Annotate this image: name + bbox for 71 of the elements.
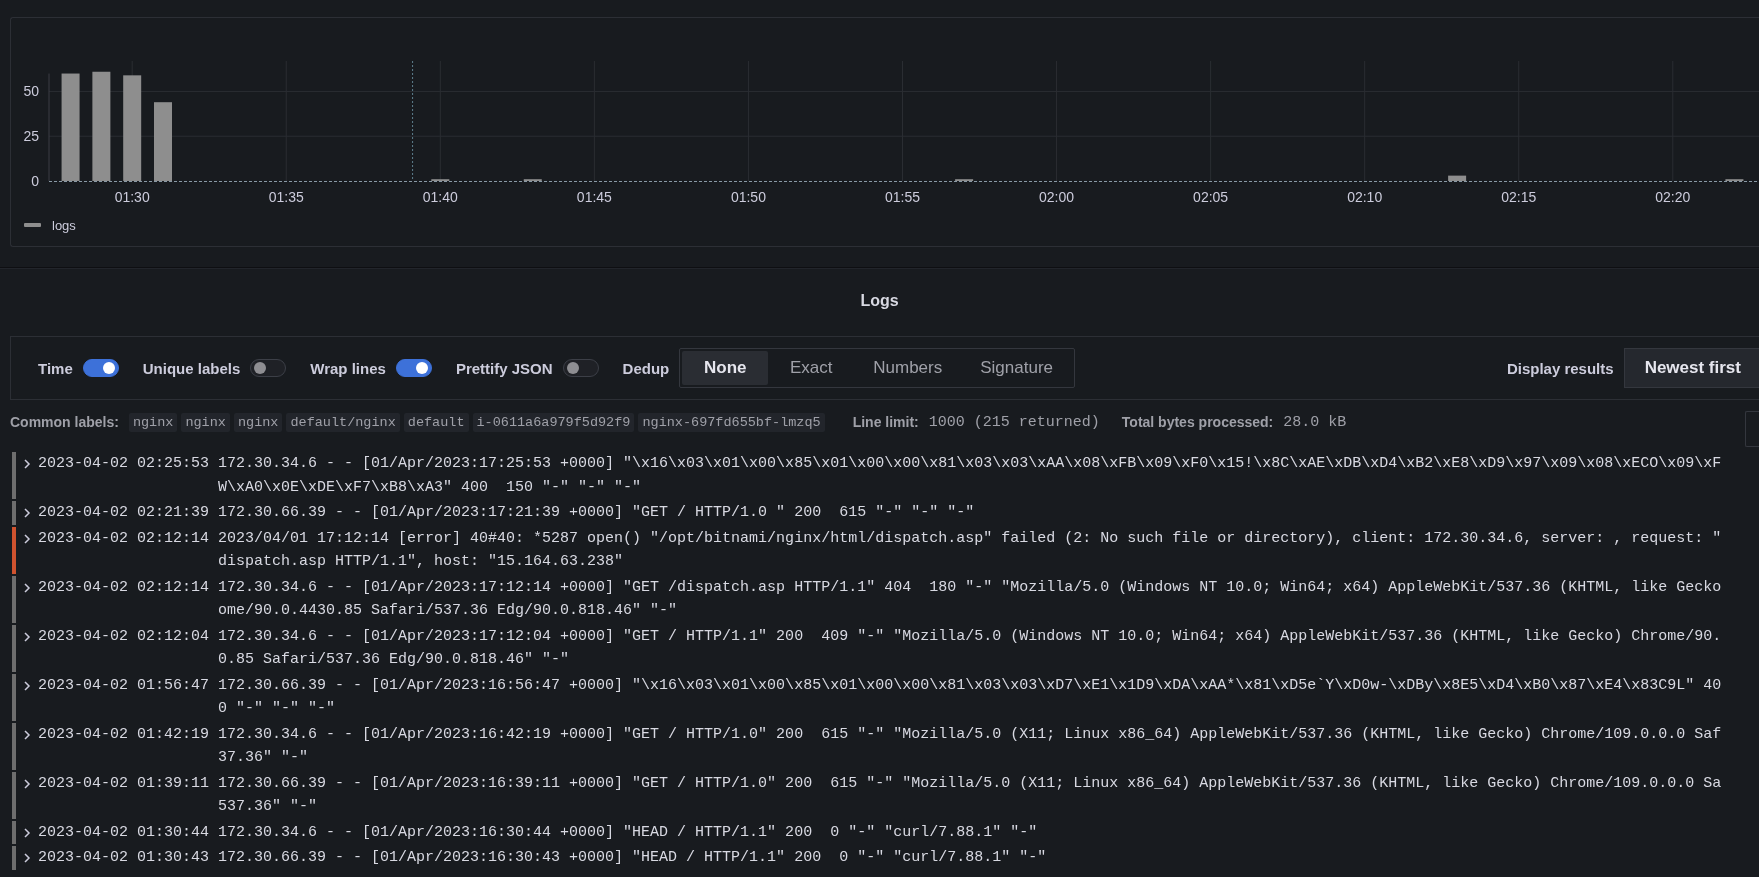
toggle-switch[interactable] xyxy=(395,359,432,377)
dedup-label: Dedup xyxy=(622,359,670,377)
dedup-option[interactable]: None xyxy=(682,351,769,385)
x-tick-label: 01:45 xyxy=(576,189,612,205)
toggle-label: Unique labels xyxy=(142,359,241,377)
log-line: 172.30.34.6 - - [01/Apr/2023:16:30:44 +0000] "HEAD / HTTP/1.1" 200 0 "-" "curl/7.88.1" "-" xyxy=(218,822,1038,843)
bar xyxy=(1448,175,1467,181)
x-tick-label: 01:50 xyxy=(730,189,766,205)
toggle-label: Time xyxy=(38,359,73,377)
log-timestamp: 2023-04-02 02:25:53 xyxy=(38,454,210,474)
line-limit-value: 1000 (215 returned) xyxy=(928,413,1100,431)
log-line: 172.30.34.6 - - [01/Apr/2023:16:42:19 +0000] "GET / HTTP/1.0" 200 615 "-" "Mozilla/5.0 (X11; Linux x86_64) AppleWebKit/537.36 (KHTML, like Gecko) Chrome/109.0.0.0 Saf xyxy=(218,724,1722,745)
dedup-option[interactable]: Numbers xyxy=(854,351,962,385)
legend-label[interactable]: logs xyxy=(52,218,76,233)
log-line: 2023/04/01 17:12:14 [error] 40#40: *5287 open() "/opt/bitnami/nginx/html/dispatch.asp" failed (2: No such file or directory), client: 172.30.34.6, server: , request: " xyxy=(218,528,1722,549)
log-line: 172.30.66.39 - - [01/Apr/2023:16:56:47 +0000] "\x16\x03\x01\x00\x85\x01\x00\x00\x81\x03\x03\xD7\xE1\x1D9\xDA\xAA*\x81\xD5e`Y\xD0w-\xDBy\x8E5\xD4\xB0\x87\xE4\x83C9L" 40 xyxy=(218,675,1722,696)
log-timestamp: 2023-04-02 01:42:19 xyxy=(38,724,210,745)
label-chip: nginx xyxy=(181,412,230,432)
log-line: 172.30.66.39 - - [01/Apr/2023:16:30:43 +0000] "HEAD / HTTP/1.1" 200 0 "-" "curl/7.88.1" "-" xyxy=(218,848,1047,868)
log-timestamp: 2023-04-02 01:39:11 xyxy=(38,773,210,794)
log-timestamp: 2023-04-02 02:12:04 xyxy=(38,626,210,647)
log-line: 172.30.66.39 - - [01/Apr/2023:17:21:39 +0000] "GET / HTTP/1.0 " 200 615 "-" "-" "-" xyxy=(218,503,975,523)
log-timestamp: 2023-04-02 02:12:14 xyxy=(38,577,210,598)
label-chip: nginx xyxy=(128,412,178,432)
log-line: 537.36" "-" xyxy=(218,797,319,817)
log-timestamp: 2023-04-02 01:30:44 xyxy=(38,822,210,843)
toggle-switch[interactable] xyxy=(250,359,287,377)
toggle-switch[interactable] xyxy=(562,359,599,377)
y-tick-label: 25 xyxy=(23,128,39,145)
x-tick-label: 02:20 xyxy=(1655,189,1691,205)
log-line: 172.30.66.39 - - [01/Apr/2023:16:39:11 +0000] "GET / HTTP/1.0" 200 615 "-" "Mozilla/5.0 (X11; Linux x86_64) AppleWebKit/537.36 (KHTML, like Gecko) Chrome/109.0.0.0 Sa xyxy=(218,773,1722,794)
bytes-processed-label: Total bytes processed: xyxy=(1121,414,1274,430)
toggle-label: Wrap lines xyxy=(310,359,386,377)
label-chip: default xyxy=(403,412,469,432)
dedup-option[interactable]: Exact xyxy=(768,351,855,385)
log-line: ome/90.0.4430.85 Safari/537.36 Edg/90.0.818.46" "-" xyxy=(218,601,679,621)
log-timestamp: 2023-04-02 02:12:14 xyxy=(38,528,210,549)
x-tick-label: 01:55 xyxy=(885,189,920,205)
x-tick-label: 01:35 xyxy=(268,189,304,205)
x-tick-label: 01:30 xyxy=(114,189,150,205)
label-chip: nginx-697fd655bf-lmzq5 xyxy=(638,412,825,432)
label-chip: default/nginx xyxy=(286,412,400,432)
x-tick-label: 02:10 xyxy=(1347,189,1383,205)
bytes-processed-value: 28.0 kB xyxy=(1283,413,1347,431)
toggle-switch[interactable] xyxy=(82,359,119,377)
log-line: 172.30.34.6 - - [01/Apr/2023:17:25:53 +0000] "\x16\x03\x01\x00\x85\x01\x00\x00\x81\x03\x03\xAA\x08\xFB\x09\xF0\x15!\x8C\xAE\xDB\xD4\xB2\xE8\xD9\x97\x09\x08\xECO\x09\xF xyxy=(218,454,1722,474)
x-tick-label: 01:40 xyxy=(422,189,458,205)
dedup-option[interactable]: Signature xyxy=(961,351,1072,385)
label-chip: i-0611a6a979f5d92f9 xyxy=(472,412,635,432)
x-tick-label: 02:05 xyxy=(1193,189,1229,205)
line-limit-label: Line limit: xyxy=(852,414,919,430)
log-timestamp: 2023-04-02 02:21:39 xyxy=(38,503,210,523)
x-tick-label: 02:15 xyxy=(1501,189,1537,205)
sort-order-button[interactable]: Newest first xyxy=(1623,348,1759,388)
panel-title: Logs xyxy=(860,291,899,311)
y-tick-label: 0 xyxy=(31,173,39,189)
log-line: dispatch.asp HTTP/1.1", host: "15.164.63.238" xyxy=(218,552,625,572)
log-line: W\xA0\x0E\xDE\xF7\xB8\xA3" 400 150 "-" "-" "-" xyxy=(218,477,643,498)
toggle-label: Prettify JSON xyxy=(455,359,553,377)
common-labels-label: Common labels: xyxy=(10,414,119,430)
display-results-label: Display results xyxy=(1506,359,1614,377)
label-chip: nginx xyxy=(233,412,283,432)
log-line: 0.85 Safari/537.36 Edg/90.0.818.46" "-" xyxy=(218,650,571,670)
log-timestamp: 2023-04-02 01:56:47 xyxy=(38,675,210,696)
y-tick-label: 50 xyxy=(23,83,39,100)
log-line: 172.30.34.6 - - [01/Apr/2023:17:12:04 +0000] "GET / HTTP/1.1" 200 409 "-" "Mozilla/5.0 (Windows NT 10.0; Win64; x64) AppleWebKit/537.36 (KHTML, like Gecko) Chrome/90. xyxy=(218,626,1722,647)
log-line: 0 "-" "-" "-" xyxy=(218,699,337,719)
log-line: 37.36" "-" xyxy=(218,748,310,768)
log-timestamp: 2023-04-02 01:30:43 xyxy=(38,848,210,868)
x-tick-label: 02:00 xyxy=(1039,189,1075,205)
log-line: 172.30.34.6 - - [01/Apr/2023:17:12:14 +0000] "GET /dispatch.asp HTTP/1.1" 404 180 "-" "Mozilla/5.0 (Windows NT 10.0; Win64; x64) AppleWebKit/537.36 (KHTML, like Gecko xyxy=(218,577,1722,598)
